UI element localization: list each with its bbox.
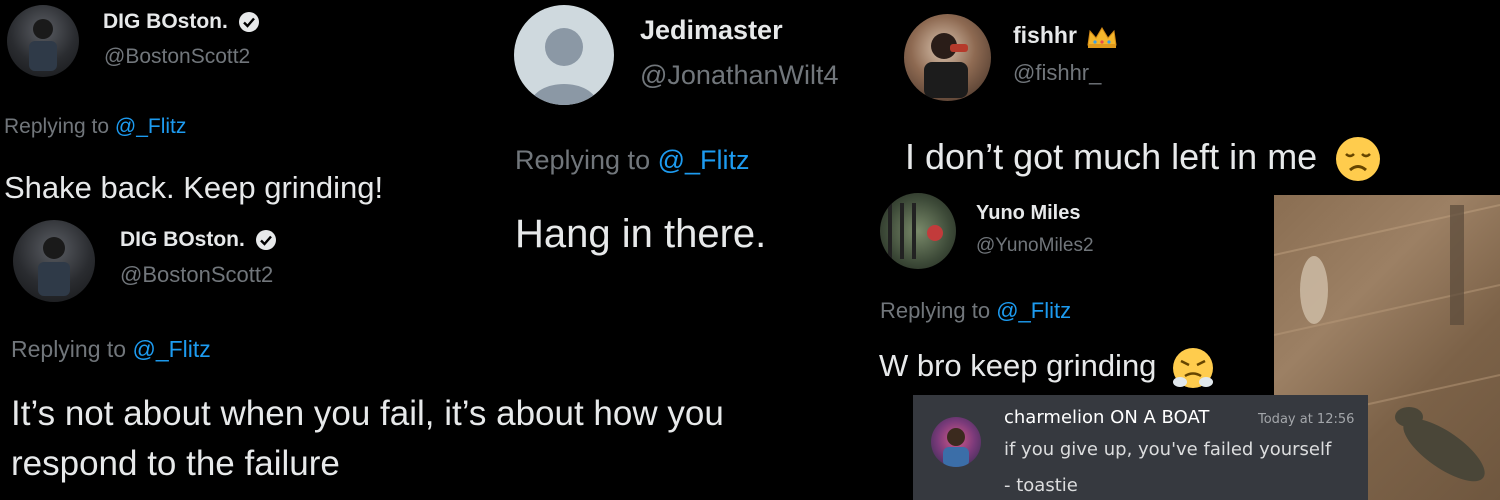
- avatar[interactable]: [904, 14, 991, 101]
- tweet-text-line: I don’t got much left in me: [905, 136, 1381, 182]
- tweet-text-line-1: It’s not about when you fail, it’s about…: [11, 394, 724, 433]
- person-silhouette-icon: [530, 28, 598, 105]
- discord-timestamp: Today at 12:56: [1258, 412, 1355, 427]
- replying-to-line: Replying to @_Flitz: [880, 298, 1071, 324]
- replying-to-line: Replying to @_Flitz: [11, 336, 211, 363]
- person-silhouette-icon: [943, 428, 969, 467]
- avatar[interactable]: [880, 193, 956, 269]
- tweet-text: I don’t got much left in me: [905, 136, 1318, 177]
- user-handle[interactable]: @JonathanWilt4: [640, 60, 839, 91]
- replying-to-label: Replying to: [880, 298, 997, 323]
- display-name[interactable]: DIG BOston.: [103, 10, 260, 34]
- replying-to-label: Replying to: [515, 145, 658, 175]
- replying-to-label: Replying to: [11, 336, 133, 362]
- user-handle[interactable]: @fishhr_: [1013, 60, 1101, 86]
- person-silhouette-icon: [888, 203, 943, 259]
- mention-link[interactable]: @_Flitz: [658, 145, 750, 175]
- person-silhouette-icon: [38, 237, 70, 296]
- mention-link[interactable]: @_Flitz: [132, 336, 210, 362]
- discord-message-line-2: - toastie: [1004, 475, 1078, 496]
- triumph-face-icon: [1173, 348, 1214, 388]
- person-silhouette-icon: [924, 33, 968, 98]
- avatar[interactable]: [13, 220, 95, 302]
- person-silhouette-icon: [29, 19, 57, 71]
- crown-icon: [1087, 26, 1117, 48]
- tweet-text-line-2: respond to the failure: [11, 444, 340, 483]
- tweet-text: Shake back. Keep grinding!: [4, 170, 384, 205]
- avatar[interactable]: [931, 417, 981, 467]
- display-name-text: DIG BOston.: [120, 228, 245, 251]
- display-name[interactable]: Jedimaster: [640, 15, 783, 46]
- display-name[interactable]: fishhr: [1013, 22, 1118, 49]
- user-handle[interactable]: @BostonScott2: [104, 45, 250, 69]
- user-handle[interactable]: @YunoMiles2: [976, 235, 1094, 257]
- discord-author[interactable]: charmelion ON A BOAT: [1004, 407, 1209, 428]
- disappointed-face-icon: [1336, 137, 1381, 182]
- display-name[interactable]: Yuno Miles: [976, 202, 1080, 225]
- default-avatar-icon[interactable]: [514, 5, 614, 105]
- replying-to-label: Replying to: [4, 115, 115, 138]
- mention-link[interactable]: @_Flitz: [996, 298, 1071, 323]
- tweet-text-line: W bro keep grinding: [879, 346, 1215, 390]
- discord-message-line-1: if you give up, you've failed yourself: [1004, 439, 1332, 460]
- verified-badge-icon: [255, 230, 276, 251]
- tweet-text: Hang in there.: [515, 212, 767, 256]
- tweet-text: W bro keep grinding: [879, 348, 1157, 384]
- mention-link[interactable]: @_Flitz: [115, 115, 187, 138]
- replying-to-line: Replying to @_Flitz: [515, 145, 750, 176]
- discord-message: charmelion ON A BOAT Today at 12:56 if y…: [913, 395, 1368, 500]
- avatar[interactable]: [7, 5, 79, 77]
- display-name[interactable]: DIG BOston.: [120, 228, 277, 252]
- replying-to-line: Replying to @_Flitz: [4, 115, 186, 139]
- display-name-text: DIG BOston.: [103, 10, 228, 33]
- verified-badge-icon: [238, 12, 259, 33]
- user-handle[interactable]: @BostonScott2: [120, 262, 273, 288]
- display-name-text: fishhr: [1013, 22, 1077, 48]
